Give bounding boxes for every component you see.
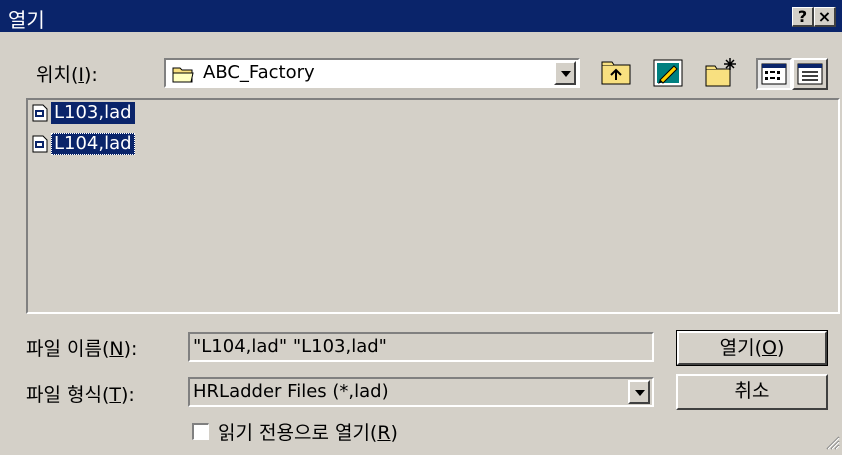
new-folder-button[interactable] [702,56,738,90]
help-button[interactable]: ? [792,7,814,27]
readonly-checkbox[interactable] [192,423,209,440]
folder-up-icon [601,61,631,85]
filetype-combo[interactable]: HRLadder Files (*,lad) [188,377,654,407]
location-value: ABC_Factory [203,62,315,83]
details-view-button[interactable] [792,58,828,90]
filename-value: "L104,lad" "L103,lad" [193,336,387,357]
file-item[interactable]: L103,lad [32,102,135,124]
desktop-button[interactable] [650,56,686,90]
file-item[interactable]: L104,lad [32,133,135,155]
filename-input[interactable]: "L104,lad" "L103,lad" [188,332,654,362]
file-list[interactable]: L103,lad L104,lad [26,98,840,314]
open-button-face: 열기(O) [677,331,827,365]
filetype-label: 파일 형식(T): [26,384,135,406]
readonly-label[interactable]: 읽기 전용으로 열기(R) [218,418,398,445]
open-button[interactable]: 열기(O) [676,330,828,366]
title-bar [0,0,842,32]
details-view-icon [797,63,823,85]
list-view-button[interactable] [756,58,792,90]
location-label: 위치(I): [36,64,98,86]
folder-open-icon [172,64,196,84]
cancel-button[interactable]: 취소 [676,374,828,410]
file-name: L104,lad [51,133,135,155]
filetype-dropdown-button[interactable] [628,380,650,404]
ladder-file-icon [32,135,48,153]
resize-grip[interactable] [822,432,840,450]
window-title: 열기 [8,8,45,32]
new-folder-icon [705,58,736,87]
filetype-value: HRLadder Files (*,lad) [193,381,389,402]
file-name: L103,lad [51,102,135,124]
location-combo[interactable]: ABC_Factory [164,58,580,88]
up-one-level-button[interactable] [598,56,634,90]
list-view-icon [761,63,787,85]
ladder-file-icon [32,104,48,122]
close-button[interactable]: × [814,7,836,27]
location-dropdown-button[interactable] [554,61,576,85]
desktop-icon [653,59,683,87]
filename-label: 파일 이름(N): [26,338,138,360]
